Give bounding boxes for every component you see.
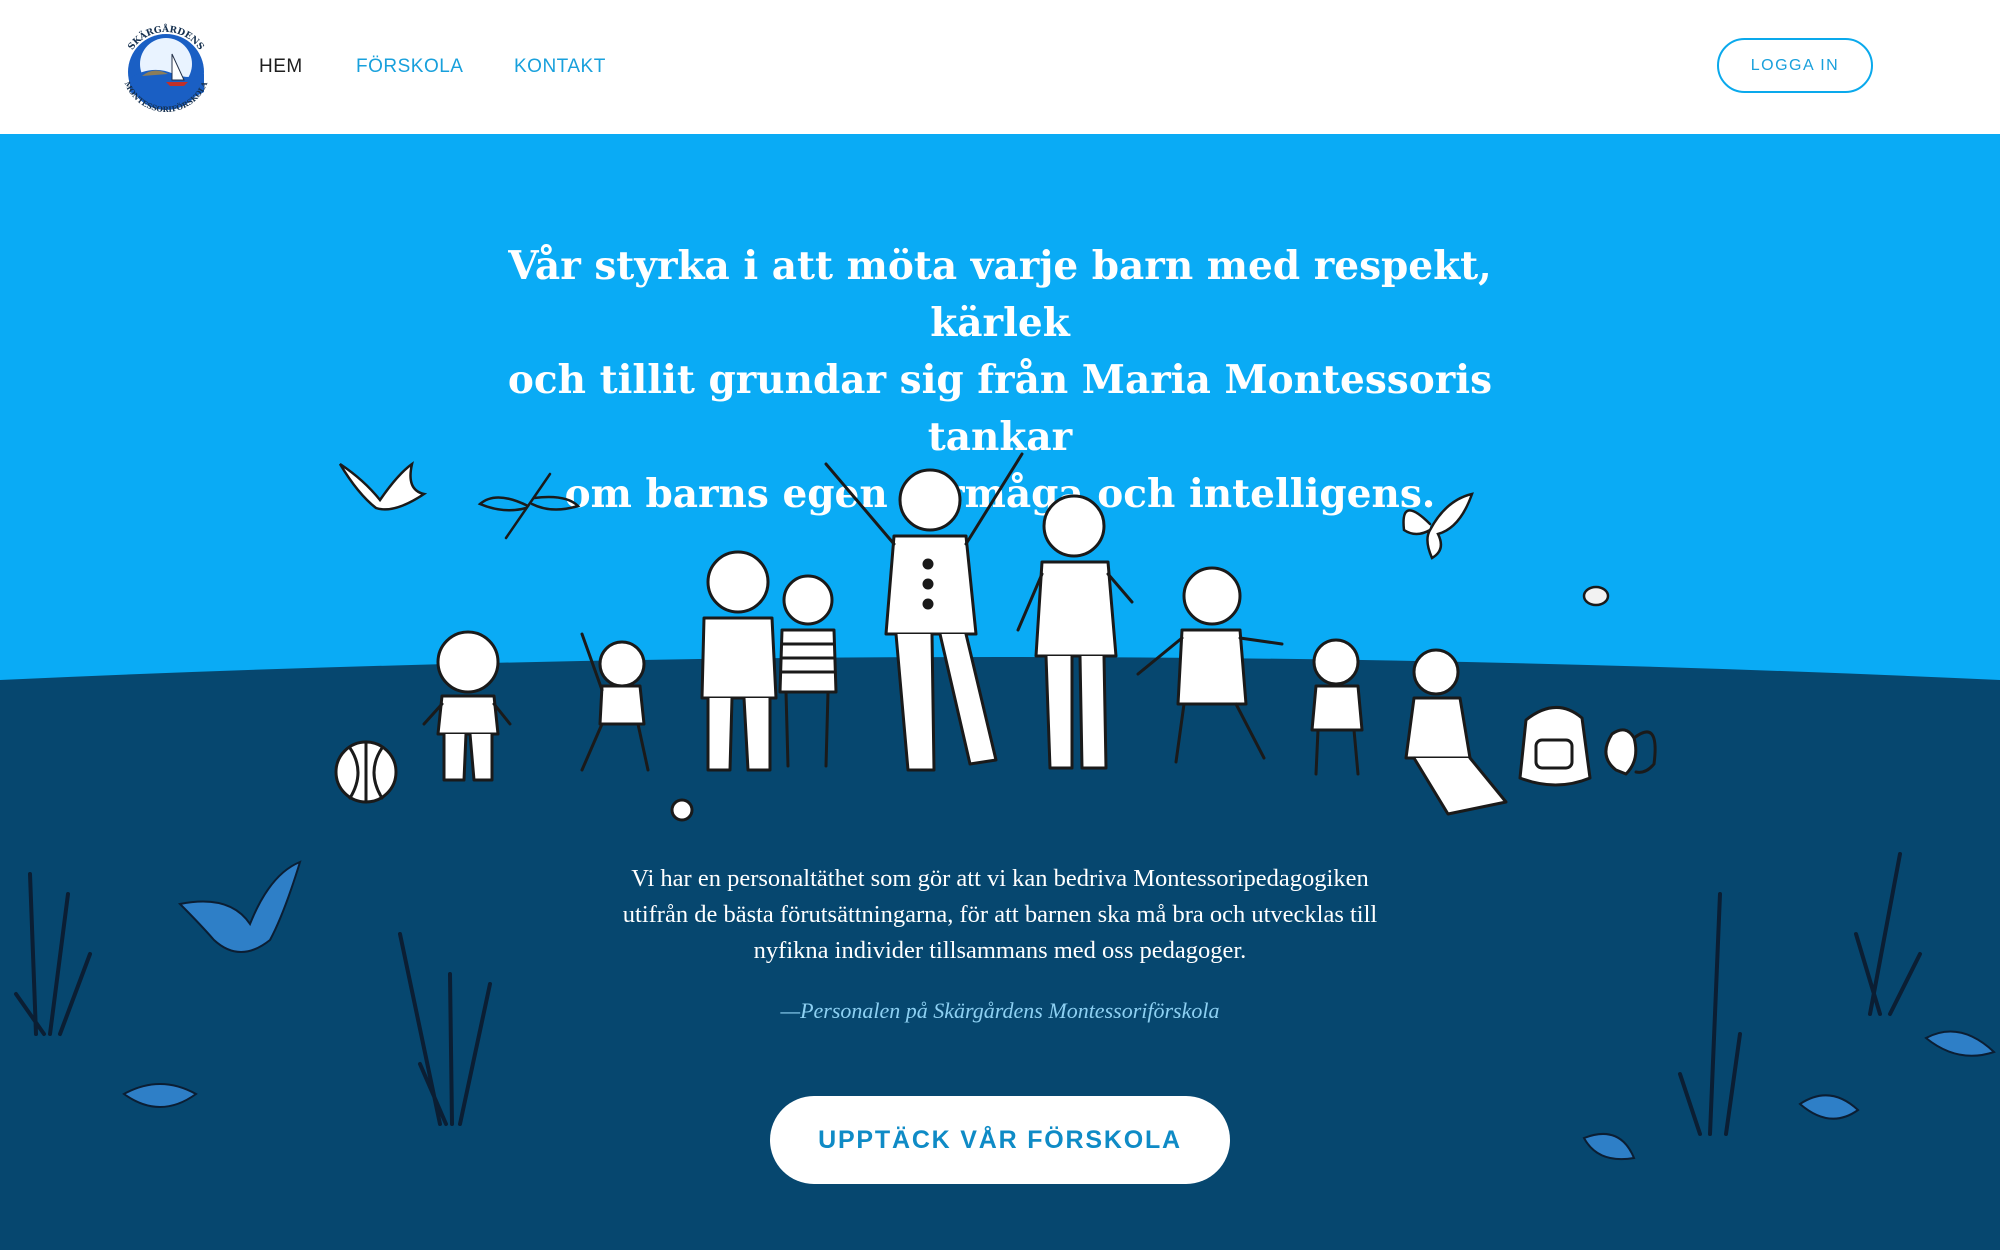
nav-item-kontakt[interactable]: KONTAKT [514, 56, 606, 78]
hero-quote: Vi har en personaltäthet som gör att vi … [520, 861, 1480, 969]
leaf-icon [122, 1083, 198, 1108]
logo[interactable]: SKÄRGÅRDENS MONTESSORIFÖRSKOLA [112, 18, 220, 126]
grass-icon [398, 932, 492, 1126]
grass-icon [1678, 892, 1742, 1136]
blue-bird-icon [177, 860, 302, 953]
discover-preschool-button[interactable]: UPPTÄCK VÅR FÖRSKOLA [770, 1096, 1230, 1184]
quote-line: Vi har en personaltäthet som gör att vi … [631, 865, 1369, 892]
quote-signature: —Personalen på Skärgårdens Montessoriför… [780, 998, 1220, 1023]
leaf-icon [1582, 1133, 1636, 1160]
grass-icon [1854, 852, 1922, 1016]
quote-line: utifrån de bästa förutsättningarna, för … [622, 901, 1378, 928]
leaf-icon [1798, 1094, 1860, 1120]
site-header: SKÄRGÅRDENS MONTESSORIFÖRSKOLA HEM FÖRSK… [0, 0, 2000, 134]
hero-section: Vår styrka i att möta varje barn med res… [0, 134, 2000, 1250]
ground-decorations [14, 852, 1996, 1160]
nav-item-forskola[interactable]: FÖRSKOLA [356, 56, 463, 78]
grass-icon [14, 872, 92, 1036]
leaf-icon [1924, 1030, 1996, 1057]
quote-line: nyfikna individer tillsammans med oss pe… [753, 937, 1247, 964]
nav-item-hem[interactable]: HEM [259, 56, 303, 78]
login-button[interactable]: LOGGA IN [1717, 38, 1873, 93]
